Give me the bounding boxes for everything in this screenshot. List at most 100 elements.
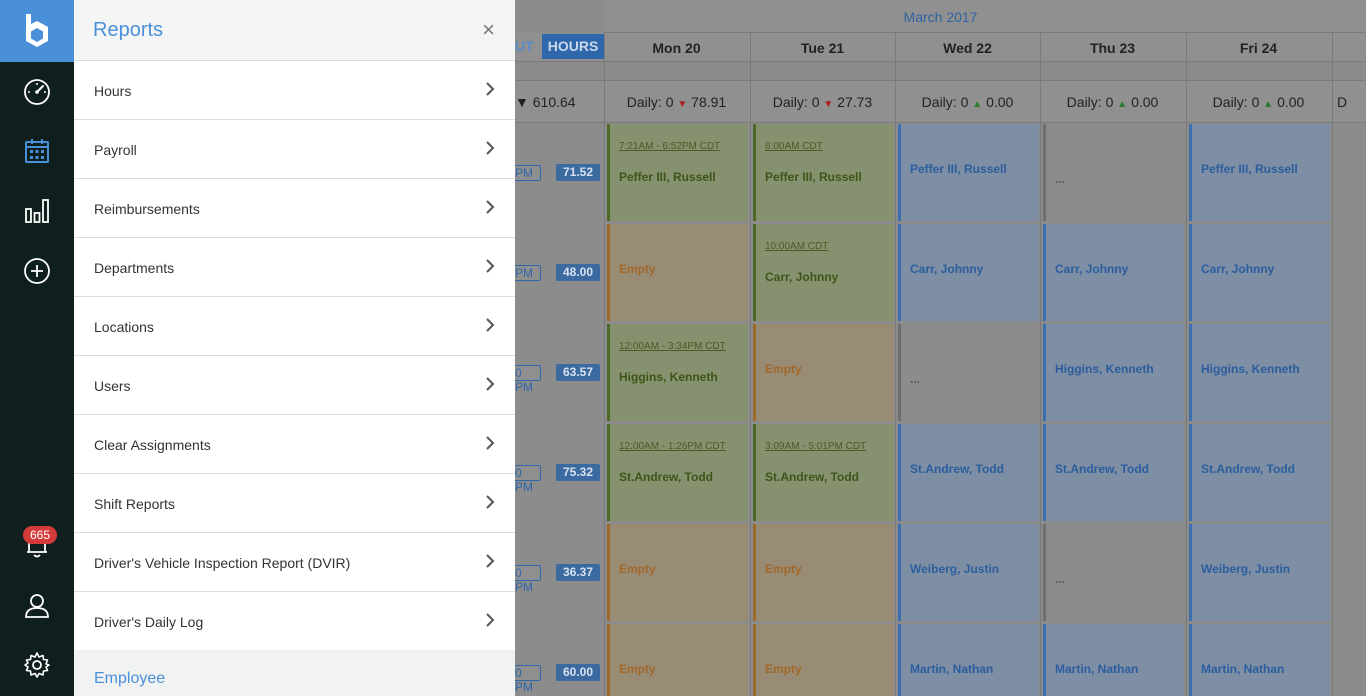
chevron-right-icon [486, 554, 495, 568]
menu-item[interactable]: Payroll [74, 120, 515, 179]
shift-cell[interactable]: Higgins, Kenneth [1189, 324, 1330, 421]
shift-cell[interactable]: ... [898, 324, 1039, 421]
chevron-right-icon [486, 200, 495, 214]
shift-employee: St.Andrew, Todd [1201, 462, 1295, 476]
menu-item[interactable]: Driver's Vehicle Inspection Report (DVIR… [74, 533, 515, 592]
shift-employee: Higgins, Kenneth [619, 370, 718, 384]
shift-employee: St.Andrew, Todd [910, 462, 1004, 476]
chevron-right-icon [486, 82, 495, 96]
shift-cell[interactable]: ... [1043, 124, 1184, 221]
employee-section[interactable]: Employee [74, 650, 515, 696]
up-arrow-icon: ▲ [1117, 99, 1128, 110]
shift-cell[interactable]: Higgins, Kenneth [1043, 324, 1184, 421]
shift-cell[interactable]: Peffer III, Russell [1189, 124, 1330, 221]
up-arrow-icon: ▲ [1263, 99, 1274, 110]
total-hours: ▼ 610.64 [515, 94, 576, 110]
shift-employee: Weiberg, Justin [1201, 562, 1291, 576]
logo-icon [26, 14, 48, 47]
shift-time: 3:09AM - 5:01PM CDT [765, 441, 867, 452]
app-logo[interactable] [0, 0, 74, 62]
shift-cell[interactable]: 10:00AM CDT Carr, Johnny [753, 224, 894, 321]
chevron-right-icon [486, 377, 495, 391]
shift-employee: St.Andrew, Todd [619, 470, 713, 484]
profile-button[interactable] [0, 575, 74, 635]
shift-cell[interactable]: Martin, Nathan [898, 624, 1039, 696]
reports-button[interactable] [0, 181, 74, 241]
daily-totals-row: ▼ 610.64 Daily: 0 ▼ 78.91 Daily: 0 ▼ 27.… [515, 80, 1366, 123]
shift-cell[interactable]: Martin, Nathan [1189, 624, 1330, 696]
shift-cell[interactable]: 6:00AM CDT Peffer III, Russell [753, 124, 894, 221]
shift-employee: Empty [765, 662, 802, 676]
row-hours-badge: 71.52 [556, 164, 600, 181]
day-header: Mon 20 [652, 40, 701, 56]
dashboard-button[interactable] [0, 62, 74, 122]
menu-item[interactable]: Hours [74, 61, 515, 120]
menu-item[interactable]: Clear Assignments [74, 415, 515, 474]
notifications-button[interactable] [0, 515, 74, 575]
menu-item[interactable]: Reimbursements [74, 179, 515, 238]
shift-cell[interactable]: Carr, Johnny [1189, 224, 1330, 321]
row-time-label: 0 PM [515, 565, 541, 594]
total-value: 610.64 [532, 94, 576, 110]
shift-employee: Empty [619, 262, 656, 276]
shift-cell[interactable]: St.Andrew, Todd [1043, 424, 1184, 521]
row-time-label: 0 PM [515, 665, 541, 694]
shift-cell[interactable]: 12:00AM - 3:34PM CDT Higgins, Kenneth [607, 324, 748, 421]
menu-item-label: Shift Reports [94, 496, 175, 512]
shift-time: 12:00AM - 3:34PM CDT [619, 341, 726, 352]
shift-cell[interactable]: Empty [753, 524, 894, 621]
add-button[interactable] [0, 241, 74, 301]
calendar-icon [25, 139, 49, 163]
menu-item[interactable]: Shift Reports [74, 474, 515, 533]
shift-cell[interactable]: Weiberg, Justin [898, 524, 1039, 621]
menu-item-label: Reimbursements [94, 201, 200, 217]
shift-cell[interactable]: Weiberg, Justin [1189, 524, 1330, 621]
shift-employee: Martin, Nathan [910, 662, 994, 676]
day-header: Fri 24 [1239, 40, 1278, 56]
panel-header: Reports × [74, 0, 515, 61]
shift-employee: Empty [765, 562, 802, 576]
shift-cell[interactable]: Martin, Nathan [1043, 624, 1184, 696]
shift-cell[interactable]: Peffer III, Russell [898, 124, 1039, 221]
month-header: March 2017 [604, 0, 1366, 33]
menu-item-label: Driver's Vehicle Inspection Report (DVIR… [94, 555, 351, 571]
shift-cell[interactable]: 3:09AM - 5:01PM CDT St.Andrew, Todd [753, 424, 894, 521]
close-icon[interactable]: × [482, 18, 495, 42]
menu-item-label: Hours [94, 83, 132, 99]
row-hours-badge: 63.57 [556, 364, 600, 381]
shift-employee: St.Andrew, Todd [765, 470, 859, 484]
shift-cell[interactable]: St.Andrew, Todd [898, 424, 1039, 521]
shift-employee: St.Andrew, Todd [1055, 462, 1149, 476]
row-time-label: 0 PM [515, 365, 541, 394]
shift-employee: ... [910, 372, 921, 386]
shift-cell[interactable]: St.Andrew, Todd [1189, 424, 1330, 521]
menu-item-label: Payroll [94, 142, 137, 158]
shift-cell[interactable]: ... [1043, 524, 1184, 621]
settings-button[interactable] [0, 635, 74, 695]
shift-cell[interactable]: Carr, Johnny [1043, 224, 1184, 321]
shift-cell[interactable]: 7:21AM - 6:52PM CDT Peffer III, Russell [607, 124, 748, 221]
menu-item-label: Clear Assignments [94, 437, 211, 453]
shift-employee: Peffer III, Russell [765, 170, 862, 184]
shift-employee: Martin, Nathan [1055, 662, 1139, 676]
shift-cell[interactable]: 12:00AM - 1:26PM CDT St.Andrew, Todd [607, 424, 748, 521]
shift-cell[interactable]: Empty [607, 524, 748, 621]
shift-cell[interactable]: Empty [607, 624, 748, 696]
chevron-right-icon [486, 495, 495, 509]
shift-cell[interactable]: Empty [753, 624, 894, 696]
menu-item[interactable]: Departments [74, 238, 515, 297]
menu-item[interactable]: Driver's Daily Log [74, 592, 515, 651]
shift-employee: Carr, Johnny [765, 270, 839, 284]
tab-ut[interactable]: UT [515, 34, 542, 59]
down-arrow-icon: ▼ [677, 99, 688, 110]
tab-hours[interactable]: HOURS [542, 34, 604, 59]
menu-item[interactable]: Locations [74, 297, 515, 356]
shift-cell[interactable]: Empty [607, 224, 748, 321]
menu-item[interactable]: Users [74, 356, 515, 415]
chevron-right-icon [486, 436, 495, 450]
shift-cell[interactable]: Empty [753, 324, 894, 421]
row-hours-badge: 75.32 [556, 464, 600, 481]
calendar-button[interactable] [0, 121, 74, 181]
down-arrow-icon: ▼ [515, 94, 529, 110]
shift-cell[interactable]: Carr, Johnny [898, 224, 1039, 321]
